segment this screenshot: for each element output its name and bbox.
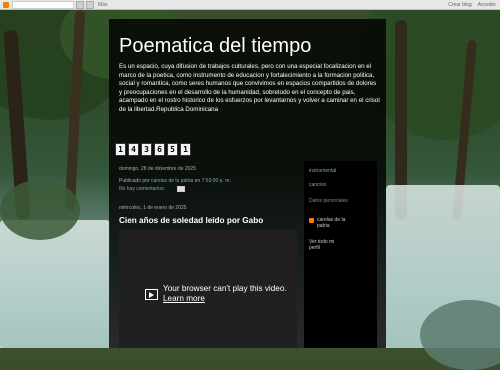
post-date-header: domingo, 28 de diciembre de 2025 (119, 166, 196, 172)
video-unavailable-icon (145, 289, 158, 300)
comments-link[interactable]: No hay comentarios: (119, 186, 165, 192)
video-player[interactable]: Your browser can't play this video. Lear… (119, 230, 297, 348)
counter-digit: 5 (167, 143, 178, 156)
navbar-search-button[interactable] (76, 0, 84, 9)
learn-more-link[interactable]: Learn more (163, 294, 287, 304)
blogger-logo-icon[interactable] (3, 1, 9, 8)
post-time-link[interactable]: 7:53:00 p. m. (202, 178, 231, 184)
post-author-link[interactable]: carelas de la patria (151, 178, 193, 184)
post-date-header: miércoles, 1 de enero de 2025 (119, 205, 187, 211)
visit-counter: 1 4 3 6 5 1 (115, 143, 191, 156)
email-post-icon[interactable] (177, 186, 185, 192)
post-title[interactable]: Cien años de soledad leído por Gabo (119, 216, 263, 225)
blogger-profile-icon (309, 218, 314, 223)
personal-data-heading: Datos personales (309, 198, 348, 204)
navbar-sign-in-link[interactable]: Acceder (478, 2, 496, 8)
navbar-share-button[interactable] (86, 0, 94, 9)
post-meta: Publicado por carelas de la patria en 7:… (119, 178, 231, 184)
video-error-text: Your browser can't play this video. (163, 284, 287, 293)
counter-digit: 3 (141, 143, 152, 156)
post-on-label: en (194, 178, 201, 184)
counter-digit: 1 (115, 143, 126, 156)
counter-digit: 6 (154, 143, 165, 156)
blog-title[interactable]: Poematica del tiempo (119, 35, 311, 58)
navbar-search-input[interactable] (12, 0, 74, 9)
counter-digit: 4 (128, 143, 139, 156)
post-comments: No hay comentarios: (119, 186, 165, 192)
sidebar-link-instrumental[interactable]: instrumental (309, 168, 336, 174)
view-full-profile-link[interactable]: Ver todo mi perfil (309, 239, 339, 251)
counter-digit: 1 (180, 143, 191, 156)
published-by-label: Publicado por (119, 178, 150, 184)
navbar-more-link[interactable]: Más (98, 2, 107, 8)
blogger-navbar: Más Crear blog Acceder (0, 0, 500, 10)
sidebar-link-cancion[interactable]: cancion (309, 182, 326, 188)
sidebar: instrumental cancion Datos personales ca… (304, 161, 377, 348)
profile-name-link[interactable]: carelas de la patria (317, 217, 347, 229)
video-error-message: Your browser can't play this video. Lear… (163, 284, 287, 304)
navbar-create-blog-link[interactable]: Crear blog (448, 2, 471, 8)
blog-description: Es un espacio, cuya difusion de trabajos… (119, 63, 380, 113)
